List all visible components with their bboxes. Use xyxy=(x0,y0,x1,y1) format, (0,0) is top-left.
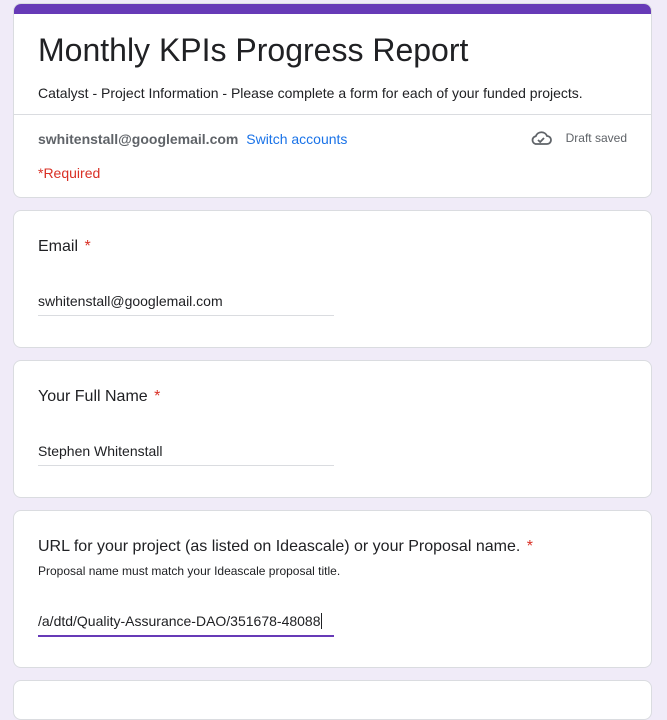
question-name-text: Your Full Name xyxy=(38,388,148,405)
next-question-card xyxy=(13,680,652,720)
account-email: swhitenstall@googlemail.com xyxy=(38,131,239,147)
question-url-help: Proposal name must match your Ideascale … xyxy=(38,564,341,578)
switch-accounts-link[interactable]: Switch accounts xyxy=(246,131,347,147)
account-row: swhitenstall@googlemail.com Switch accou… xyxy=(38,129,347,149)
required-asterisk: * xyxy=(84,238,91,255)
header-accent-bar xyxy=(14,4,651,14)
full-name-field[interactable]: Stephen Whitenstall xyxy=(38,441,334,466)
project-url-field[interactable]: /a/dtd/Quality-Assurance-DAO/351678-4808… xyxy=(38,611,334,637)
draft-status: Draft saved xyxy=(530,128,627,148)
required-asterisk: * xyxy=(526,538,533,555)
question-url-card: URL for your project (as listed on Ideas… xyxy=(13,510,652,668)
question-name-card: Your Full Name * Stephen Whitenstall xyxy=(13,360,652,498)
question-url-text: URL for your project (as listed on Ideas… xyxy=(38,538,521,555)
required-asterisk: * xyxy=(154,388,161,405)
question-email-card: Email * swhitenstall@googlemail.com xyxy=(13,210,652,348)
form-title: Monthly KPIs Progress Report xyxy=(38,32,469,68)
email-field[interactable]: swhitenstall@googlemail.com xyxy=(38,291,334,316)
form-description: Catalyst - Project Information - Please … xyxy=(38,85,583,101)
draft-status-text: Draft saved xyxy=(565,131,627,145)
question-name-label: Your Full Name * xyxy=(38,387,160,407)
question-url-label: URL for your project (as listed on Ideas… xyxy=(38,537,533,557)
question-email-label: Email * xyxy=(38,237,91,257)
required-note: *Required xyxy=(38,165,101,181)
project-url-value: /a/dtd/Quality-Assurance-DAO/351678-4808… xyxy=(38,613,321,629)
text-cursor xyxy=(320,613,322,629)
cloud-check-icon xyxy=(531,131,552,145)
form-header-card: Monthly KPIs Progress Report Catalyst - … xyxy=(13,3,652,198)
header-divider xyxy=(14,114,651,115)
question-email-text: Email xyxy=(38,238,79,255)
